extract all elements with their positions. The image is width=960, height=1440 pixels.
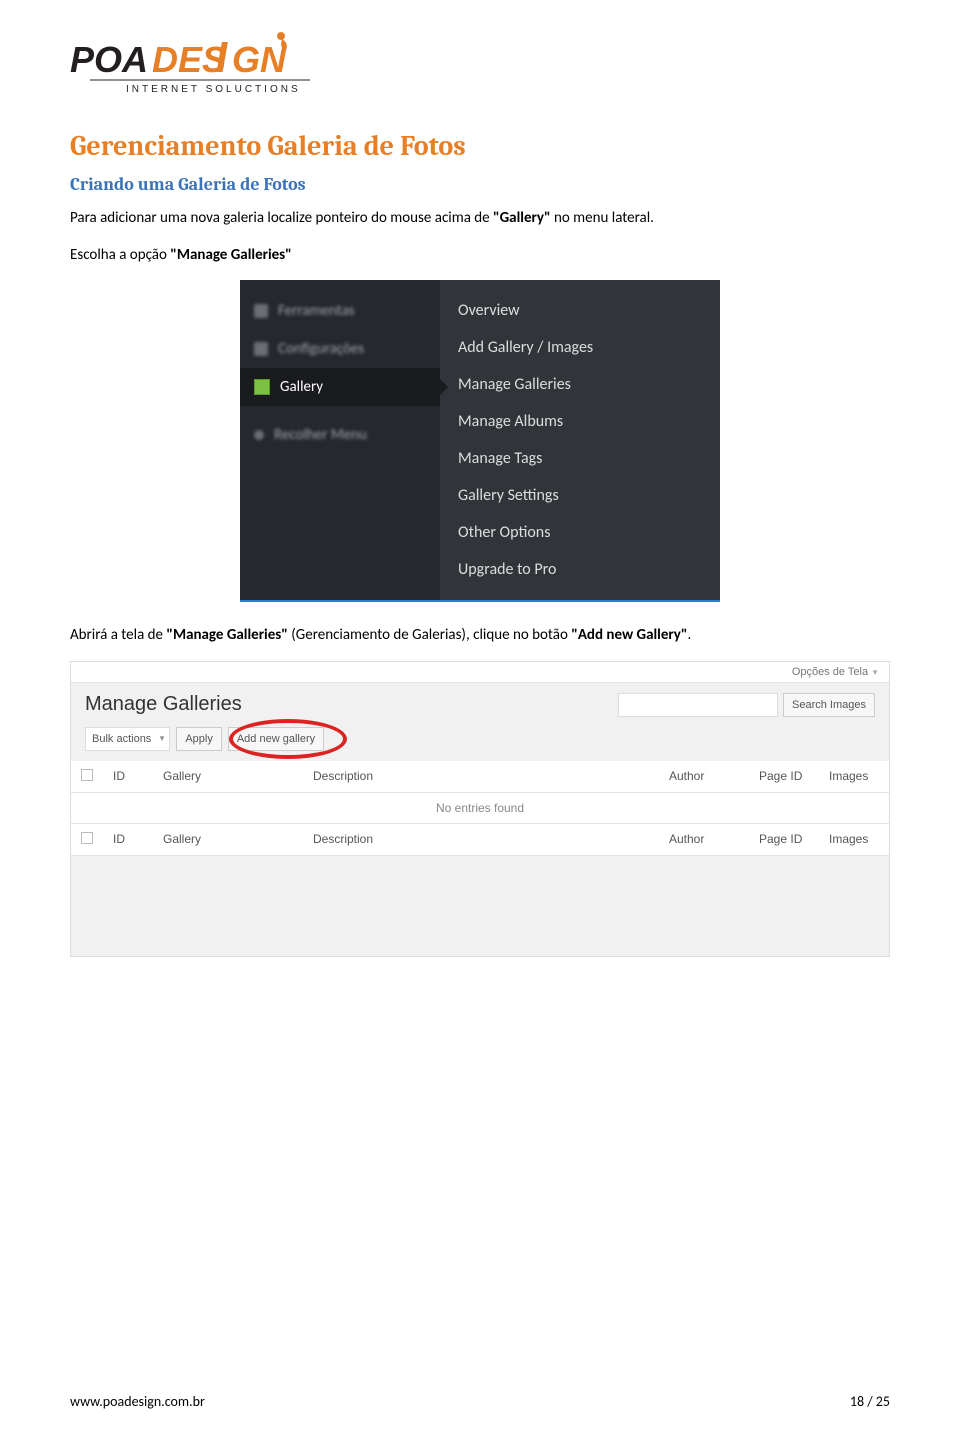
table-header-row: ID Gallery Description Author Page ID Im… [71, 761, 889, 793]
sidebar-item-configuracoes[interactable]: Configurações [240, 330, 440, 368]
col-id: ID [103, 761, 153, 793]
sidebar-item-recolher[interactable]: Recolher Menu [240, 416, 440, 454]
collapse-icon [254, 430, 264, 440]
section-heading: Criando uma Galeria de Fotos [70, 174, 890, 195]
col-author: Author [659, 823, 749, 855]
footer-url: www.poadesign.com.br [70, 1393, 205, 1410]
settings-icon [254, 342, 268, 356]
col-gallery: Gallery [153, 823, 303, 855]
chevron-down-icon: ▼ [871, 668, 879, 677]
submenu-upgrade-pro[interactable]: Upgrade to Pro [440, 551, 720, 588]
submenu-other-options[interactable]: Other Options [440, 514, 720, 551]
screen-options-toggle[interactable]: Opções de Tela▼ [792, 666, 879, 678]
screen-options-bar: Opções de Tela▼ [71, 662, 889, 683]
svg-text:POA: POA [70, 39, 148, 80]
screenshot-manage-galleries: Opções de Tela▼ Manage Galleries Search … [70, 661, 890, 957]
footer-page-number: 18 / 25 [850, 1393, 890, 1410]
text: Para adicionar uma nova galeria localize… [70, 209, 493, 227]
search-images-group: Search Images [618, 693, 875, 717]
col-checkbox [71, 823, 103, 855]
wrench-icon [254, 304, 268, 318]
submenu-manage-galleries[interactable]: Manage Galleries [440, 366, 720, 403]
col-images: Images [819, 761, 889, 793]
text-bold: "Manage Galleries" [170, 246, 291, 264]
svg-text:GN: GN [232, 39, 287, 80]
sidebar-label: Gallery [280, 378, 323, 396]
text-bold: "Manage Galleries" [166, 626, 287, 644]
col-author: Author [659, 761, 749, 793]
sidebar-label-blur: Configurações [278, 340, 364, 358]
col-pageid: Page ID [749, 761, 819, 793]
search-input[interactable] [618, 693, 778, 717]
text: (Gerenciamento de Galerias), clique no b… [288, 626, 571, 644]
page-footer: www.poadesign.com.br 18 / 25 [70, 1393, 890, 1410]
sidebar-item-gallery[interactable]: Gallery [240, 368, 440, 406]
text: no menu lateral. [551, 209, 654, 227]
sidebar-label-blur: Recolher Menu [274, 426, 367, 444]
paragraph-1: Para adicionar uma nova galeria localize… [70, 207, 890, 230]
svg-text:DES: DES [152, 39, 226, 80]
text: . [687, 626, 691, 644]
text: Abrirá a tela de [70, 626, 166, 644]
page-header: Manage Galleries Search Images [71, 683, 889, 727]
submenu-add-gallery[interactable]: Add Gallery / Images [440, 329, 720, 366]
text-bold: "Add new Gallery" [571, 626, 687, 644]
page-heading: Gerenciamento Galeria de Fotos [70, 130, 890, 162]
paragraph-2: Escolha a opção "Manage Galleries" [70, 244, 890, 267]
submenu-manage-albums[interactable]: Manage Albums [440, 403, 720, 440]
select-all-checkbox[interactable] [81, 769, 93, 781]
svg-text:INTERNET SOLUCTIONS: INTERNET SOLUCTIONS [126, 84, 301, 95]
screen-options-label: Opções de Tela [792, 666, 868, 678]
wp-sidebar: Ferramentas Configurações Gallery Recolh… [240, 280, 440, 600]
bulk-actions-select[interactable]: Bulk actions [85, 727, 170, 751]
col-gallery: Gallery [153, 761, 303, 793]
search-images-button[interactable]: Search Images [783, 693, 875, 717]
empty-area [71, 856, 889, 956]
add-new-gallery-button[interactable]: Add new gallery [228, 727, 324, 751]
col-images: Images [819, 823, 889, 855]
apply-button[interactable]: Apply [176, 727, 222, 751]
submenu-overview[interactable]: Overview [440, 292, 720, 329]
col-description: Description [303, 761, 659, 793]
no-entries-row: No entries found [71, 792, 889, 823]
galleries-table: ID Gallery Description Author Page ID Im… [71, 761, 889, 856]
col-id: ID [103, 823, 153, 855]
toolbar: Bulk actions Apply Add new gallery [71, 727, 889, 761]
table-footer-row: ID Gallery Description Author Page ID Im… [71, 823, 889, 855]
paragraph-3: Abrirá a tela de "Manage Galleries" (Ger… [70, 624, 890, 647]
submenu-manage-tags[interactable]: Manage Tags [440, 440, 720, 477]
col-description: Description [303, 823, 659, 855]
col-pageid: Page ID [749, 823, 819, 855]
screenshot-gallery-menu: Ferramentas Configurações Gallery Recolh… [240, 280, 720, 602]
logo: POA DES GN INTERNET SOLUCTIONS [70, 30, 890, 110]
poadesign-logo: POA DES GN INTERNET SOLUCTIONS [70, 30, 330, 105]
col-checkbox [71, 761, 103, 793]
manage-galleries-title: Manage Galleries [85, 693, 242, 716]
gallery-icon [254, 379, 270, 395]
sidebar-item-ferramentas[interactable]: Ferramentas [240, 292, 440, 330]
sidebar-label-blur: Ferramentas [278, 302, 355, 320]
no-entries-cell: No entries found [71, 792, 889, 823]
submenu-gallery-settings[interactable]: Gallery Settings [440, 477, 720, 514]
select-all-checkbox-footer[interactable] [81, 832, 93, 844]
text-bold: "Gallery" [493, 209, 551, 227]
text: Escolha a opção [70, 246, 170, 264]
wp-submenu: Overview Add Gallery / Images Manage Gal… [440, 280, 720, 600]
